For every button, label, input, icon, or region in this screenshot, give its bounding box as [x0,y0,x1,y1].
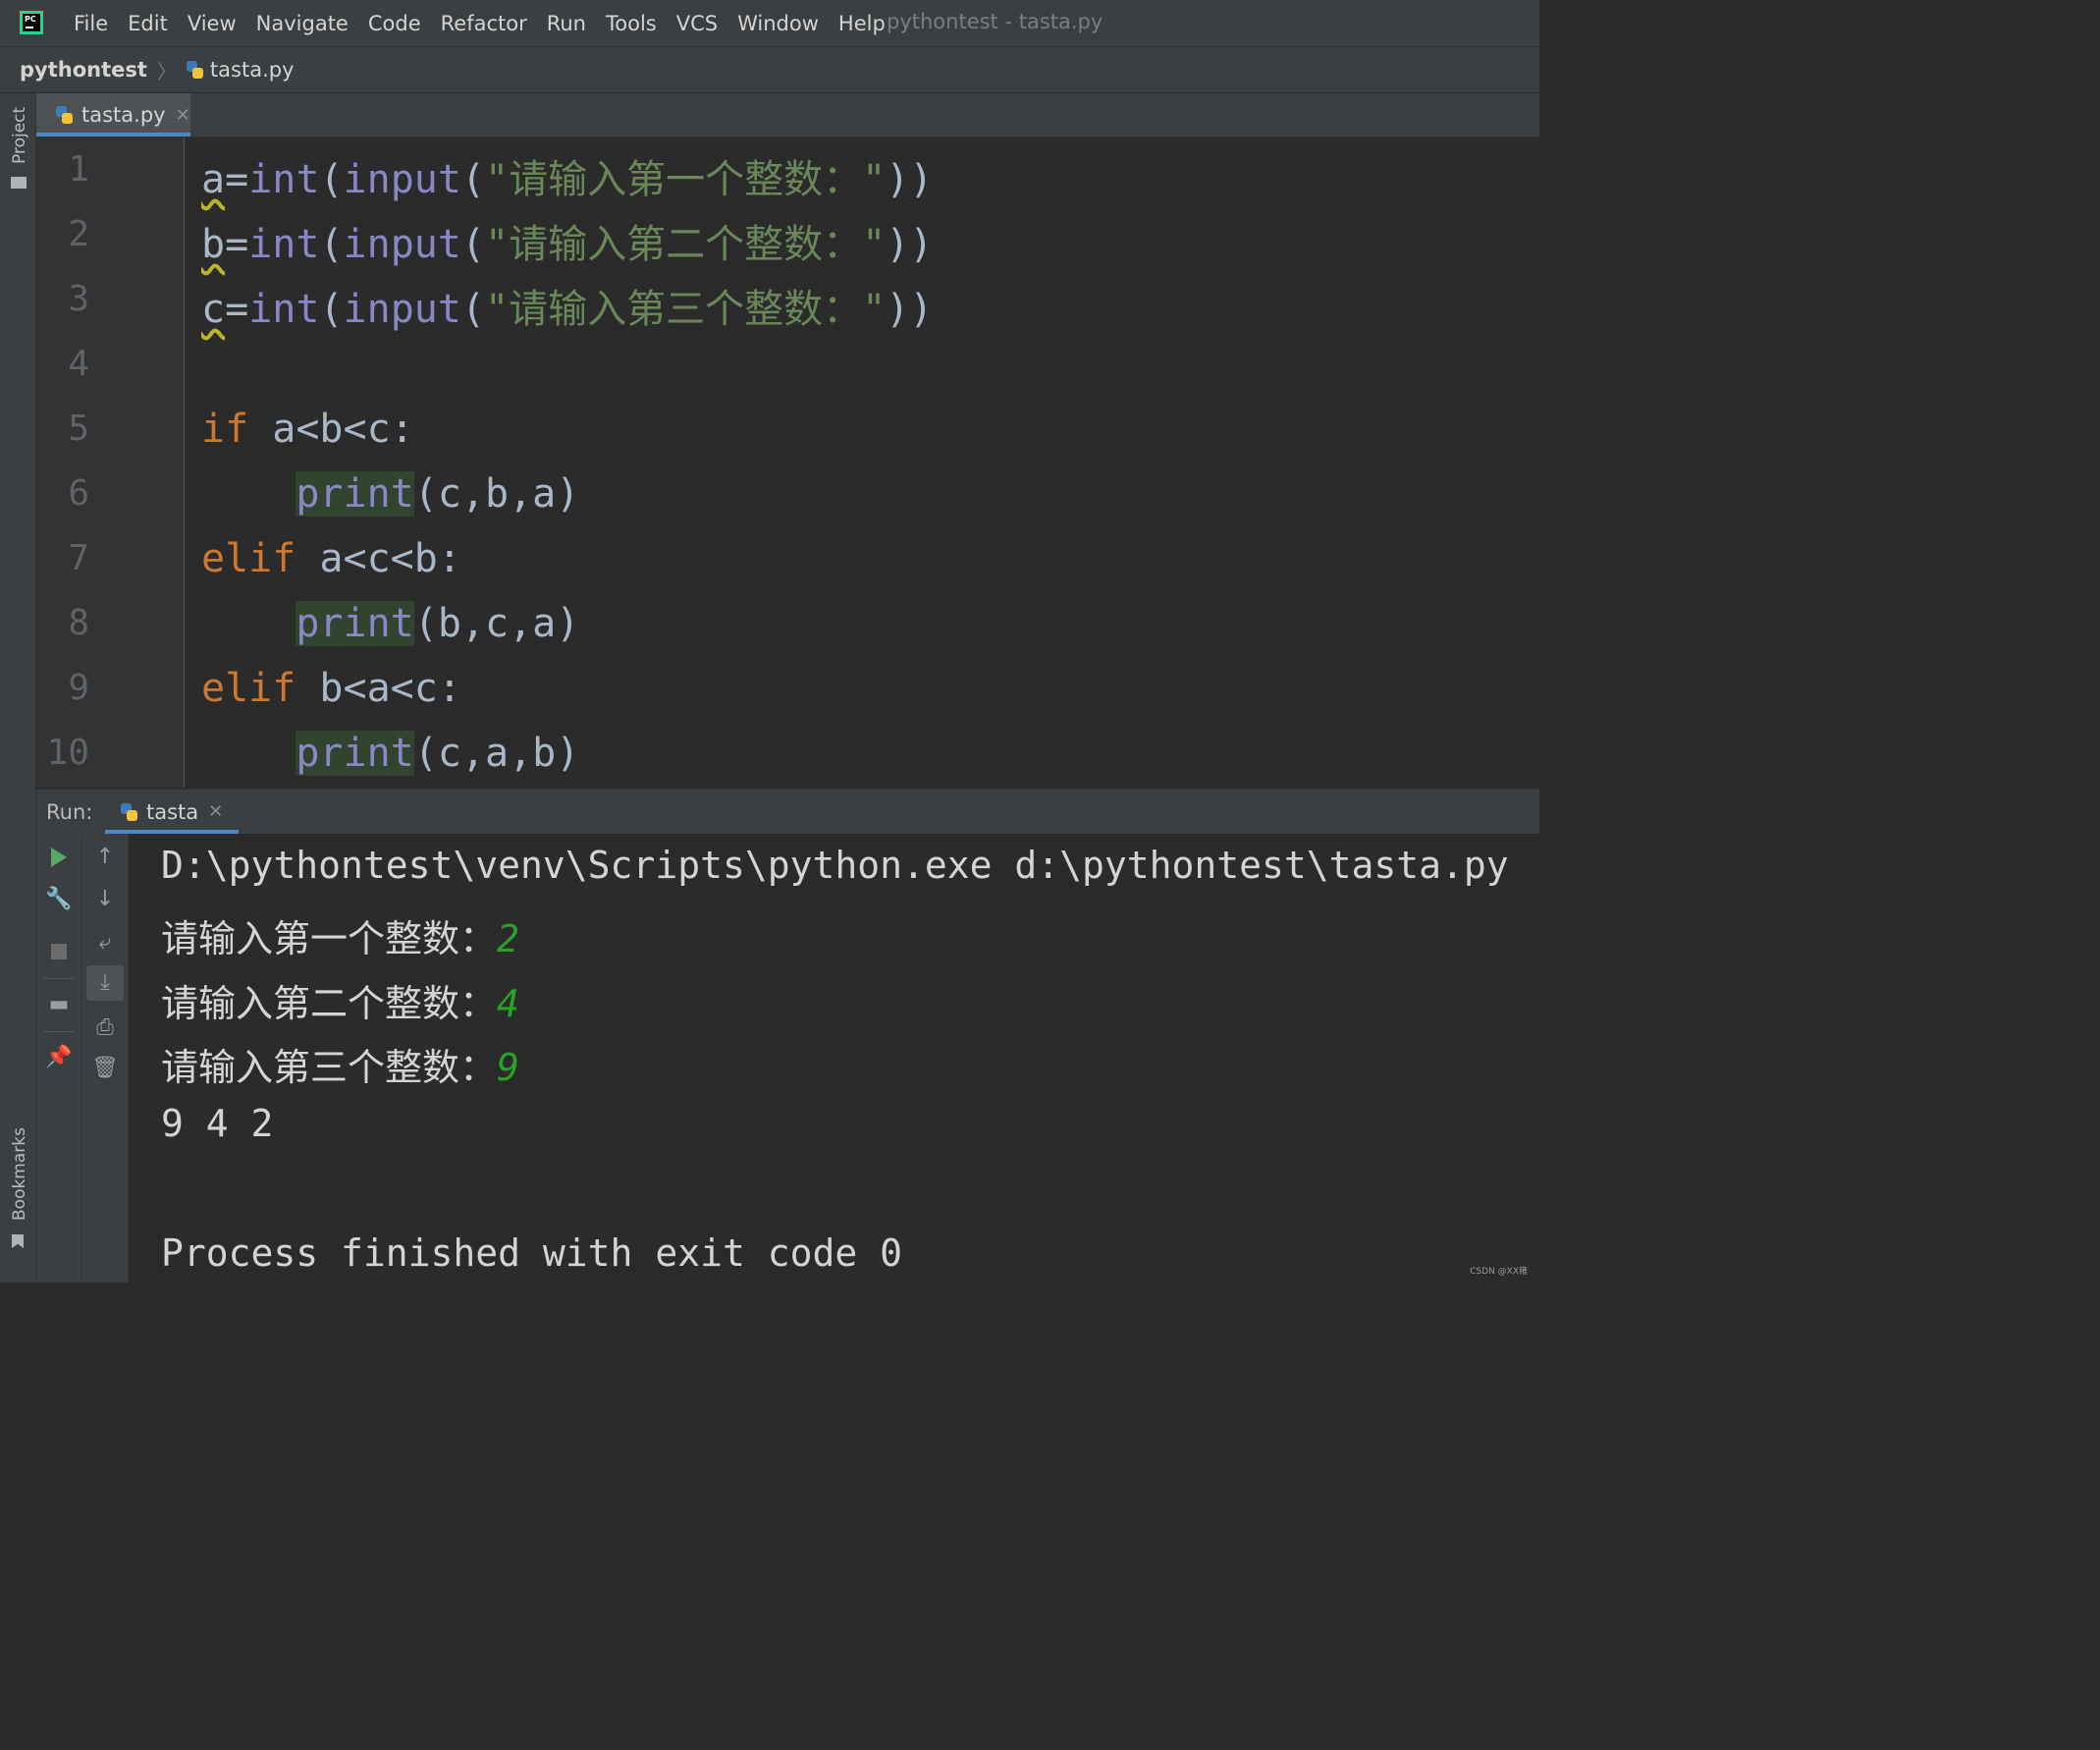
breadcrumb: pythontest 〉 tasta.py [0,47,1539,93]
code-line: c=int(input("请输入第三个整数：")) [201,287,934,332]
console-output: 9 4 2 [161,1102,274,1145]
console-line: 请输入第二个整数：4 [161,982,519,1025]
stop-icon[interactable] [36,934,81,969]
play-icon[interactable] [36,840,81,875]
run-toolbar-primary: 🔧 ▬ 📌 [36,834,82,1283]
code-line: elif b<a<c: [201,666,461,711]
line-number-gutter: 1 2 3 4 5 6 7 8 9 10 [36,137,185,788]
line-number: 1 [68,149,89,190]
code-line: b=int(input("请输入第二个整数：")) [201,222,934,267]
menu-run[interactable]: Run [547,12,586,35]
line-number: 6 [68,473,89,514]
editor-tab-label: tasta.py [81,103,166,127]
layout-icon[interactable]: ▬ [36,987,81,1022]
line-number: 5 [68,409,89,449]
window-title: pythontest - tasta.py [887,10,1104,33]
close-icon[interactable]: ✕ [208,801,223,822]
run-toolbar-secondary: ↑ ↓ ⤶ ⤓ ⎙ 🗑 [82,834,129,1283]
pycharm-logo-icon: PC [20,11,43,34]
menu-bar: PC File Edit View Navigate Code Refactor… [0,0,1539,47]
python-file-icon [185,60,204,80]
logo-text: PC [25,15,36,24]
run-panel-header: Run: tasta ✕ [36,789,1539,835]
bookmarks-tool-button[interactable]: Bookmarks [10,1127,29,1221]
menu-edit[interactable]: Edit [128,12,168,35]
code-line: if a<b<c: [201,407,414,452]
run-tab-label: tasta [146,799,199,824]
console-command-line: D:\pythontest\venv\Scripts\python.exe d:… [161,844,1509,887]
menu-refactor[interactable]: Refactor [441,12,527,35]
editor-tab-tasta[interactable]: tasta.py ✕ [36,93,190,137]
code-line: a=int(input("请输入第一个整数：")) [201,157,934,202]
close-icon[interactable]: ✕ [176,105,190,126]
line-number: 4 [68,344,89,384]
bookmark-icon[interactable] [12,1234,24,1248]
line-number: 7 [68,538,89,578]
soft-wrap-icon[interactable]: ⤶ [82,925,128,960]
code-line: print(c,a,b) [296,731,580,776]
pin-icon[interactable]: 📌 [36,1040,81,1075]
line-number: 2 [68,214,89,254]
menu-navigate[interactable]: Navigate [256,12,349,35]
project-tool-button[interactable]: Project [10,107,29,164]
editor-tab-bar: tasta.py ✕ [36,93,1539,137]
console-exit-message: Process finished with exit code 0 [161,1231,902,1275]
arrow-up-icon[interactable]: ↑ [82,840,128,875]
run-console[interactable]: D:\pythontest\venv\Scripts\python.exe d:… [129,834,1539,1283]
code-line: print(b,c,a) [296,601,580,646]
menu-help[interactable]: Help [838,12,886,35]
python-file-icon [54,105,74,125]
print-icon[interactable]: ⎙ [82,1011,128,1046]
code-line: elif a<c<b: [201,536,461,581]
breadcrumb-file[interactable]: tasta.py [210,58,295,82]
watermark: CSDN @XX雍 [1470,1267,1528,1277]
console-line: 请输入第一个整数：2 [161,917,519,960]
trash-icon[interactable]: 🗑 [82,1051,128,1086]
code-line: print(c,b,a) [296,471,580,517]
run-tab-tasta[interactable]: tasta ✕ [105,790,239,834]
menu-file[interactable]: File [74,12,108,35]
folder-icon[interactable] [11,177,27,189]
menu-view[interactable]: View [188,12,237,35]
line-number: 9 [68,668,89,708]
menu-vcs[interactable]: VCS [676,12,718,35]
wrench-icon[interactable]: 🔧 [36,882,81,917]
python-icon [119,802,138,822]
active-tab-indicator [36,133,190,137]
run-panel-label: Run: [46,800,93,824]
line-number: 8 [68,603,89,643]
menu-window[interactable]: Window [737,12,819,35]
scroll-to-end-icon[interactable]: ⤓ [86,965,124,1001]
menu-tools[interactable]: Tools [606,12,657,35]
left-tool-strip: Project Bookmarks [0,93,36,1283]
menu-code[interactable]: Code [368,12,421,35]
code-editor[interactable]: 1 2 3 4 5 6 7 8 9 10 a=int(input("请输入第一个… [36,137,1539,788]
line-number: 3 [68,279,89,319]
chevron-right-icon: 〉 [156,59,177,83]
arrow-down-icon[interactable]: ↓ [82,882,128,917]
console-line: 请输入第三个整数：9 [161,1046,519,1089]
line-number: 10 [46,733,89,773]
breadcrumb-project[interactable]: pythontest [20,58,147,82]
